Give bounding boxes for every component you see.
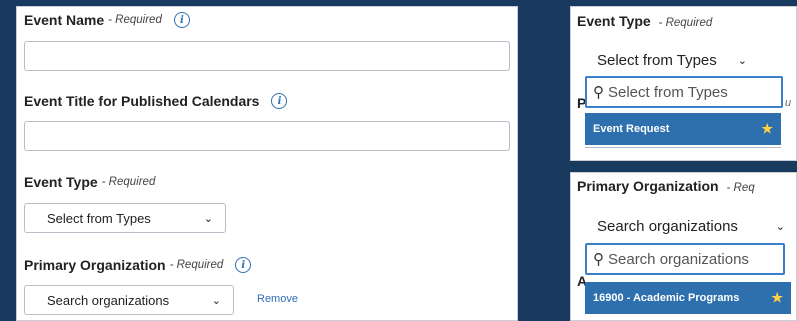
search-icon: ⚲: [593, 251, 604, 268]
info-icon[interactable]: i: [235, 257, 252, 273]
event-name-label: Event Name - Required i: [24, 12, 190, 28]
org-search-input[interactable]: ⚲ Search organizations: [585, 243, 785, 275]
event-type-option-label: Event Request: [593, 123, 670, 135]
event-type-label: Event Type - Required: [24, 174, 155, 190]
chevron-down-icon: ⌄: [203, 212, 213, 225]
primary-org-zoom-select[interactable]: Search organizations ⌄: [581, 211, 796, 241]
primary-org-zoom-label: Primary Organization - Req: [577, 178, 755, 194]
chevron-down-icon: ⌄: [775, 220, 785, 233]
event-type-zoom-label-text: Event Type: [577, 13, 651, 29]
star-icon[interactable]: ★: [761, 121, 773, 137]
org-search-placeholder: Search organizations: [608, 250, 749, 268]
event-type-select-value: Select from Types: [47, 210, 151, 226]
event-type-search-input[interactable]: ⚲ Select from Types: [585, 76, 783, 108]
event-type-option[interactable]: Event Request ★: [585, 113, 781, 145]
event-type-zoom-panel: Event Type - Required Select from Types …: [570, 6, 797, 161]
event-form-panel: Event Name - Required i Event Title for …: [16, 6, 518, 321]
star-icon[interactable]: ★: [771, 290, 783, 306]
required-indicator: - Req: [726, 182, 755, 194]
event-type-search-placeholder: Select from Types: [608, 83, 728, 101]
obscured-label-fragment: u: [785, 97, 792, 109]
info-icon[interactable]: i: [271, 93, 288, 109]
divider: [585, 147, 781, 148]
primary-org-zoom-select-value: Search organizations: [597, 217, 738, 235]
primary-org-select-value: Search organizations: [47, 292, 170, 308]
primary-org-label: Primary Organization - Required i: [24, 257, 252, 273]
required-indicator: - Required: [101, 176, 156, 188]
primary-org-label-text: Primary Organization: [24, 257, 166, 273]
event-name-input[interactable]: [24, 41, 510, 71]
event-type-zoom-select-value: Select from Types: [597, 51, 717, 69]
primary-org-select[interactable]: Search organizations ⌄: [24, 285, 234, 315]
required-indicator: - Required: [108, 14, 162, 26]
required-indicator: - Required: [169, 259, 224, 271]
org-option[interactable]: 16900 - Academic Programs ★: [585, 282, 791, 314]
event-title-label-text: Event Title for Published Calendars: [24, 93, 260, 109]
required-indicator: - Required: [658, 17, 713, 29]
event-title-label: Event Title for Published Calendars i: [24, 93, 288, 109]
event-title-input[interactable]: [24, 121, 510, 151]
chevron-down-icon: ⌄: [737, 54, 747, 67]
event-type-zoom-label: Event Type - Required: [577, 13, 712, 29]
event-name-label-text: Event Name: [24, 12, 105, 28]
search-icon: ⚲: [593, 84, 604, 101]
info-icon[interactable]: i: [173, 12, 190, 28]
primary-org-zoom-label-text: Primary Organization: [577, 178, 719, 194]
primary-org-zoom-panel: Primary Organization - Req Search organi…: [570, 172, 797, 321]
org-option-label: 16900 - Academic Programs: [593, 292, 740, 304]
chevron-down-icon: ⌄: [211, 294, 221, 307]
event-type-select[interactable]: Select from Types ⌄: [24, 203, 226, 233]
event-type-zoom-select[interactable]: Select from Types ⌄: [581, 45, 761, 75]
event-type-label-text: Event Type: [24, 174, 98, 190]
remove-link[interactable]: Remove: [257, 293, 298, 305]
